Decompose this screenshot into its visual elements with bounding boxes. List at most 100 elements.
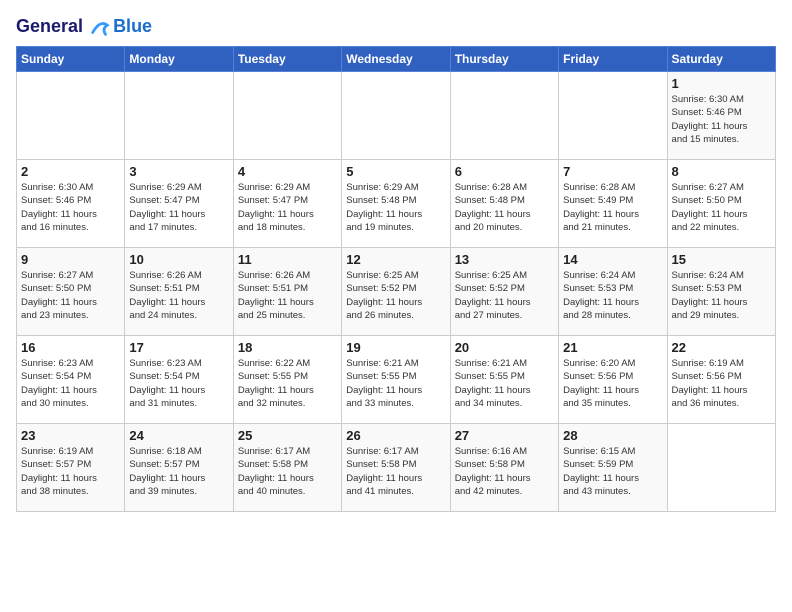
calendar-cell: 28 Sunrise: 6:15 AM Sunset: 5:59 PM Dayli… xyxy=(559,424,667,512)
day-number: 9 xyxy=(21,252,120,267)
calendar-cell xyxy=(17,72,125,160)
day-number: 20 xyxy=(455,340,554,355)
calendar-cell: 20 Sunrise: 6:21 AM Sunset: 5:55 PM Dayli… xyxy=(450,336,558,424)
weekday-header-friday: Friday xyxy=(559,47,667,72)
day-number: 16 xyxy=(21,340,120,355)
calendar-cell: 1 Sunrise: 6:30 AM Sunset: 5:46 PM Daylig… xyxy=(667,72,775,160)
day-info: Sunrise: 6:23 AM Sunset: 5:54 PM Dayligh… xyxy=(129,357,228,410)
day-info: Sunrise: 6:30 AM Sunset: 5:46 PM Dayligh… xyxy=(672,93,771,146)
calendar-cell: 2 Sunrise: 6:30 AM Sunset: 5:46 PM Daylig… xyxy=(17,160,125,248)
calendar-cell: 9 Sunrise: 6:27 AM Sunset: 5:50 PM Daylig… xyxy=(17,248,125,336)
weekday-header-sunday: Sunday xyxy=(17,47,125,72)
calendar-cell: 14 Sunrise: 6:24 AM Sunset: 5:53 PM Dayli… xyxy=(559,248,667,336)
day-info: Sunrise: 6:25 AM Sunset: 5:52 PM Dayligh… xyxy=(455,269,554,322)
day-info: Sunrise: 6:30 AM Sunset: 5:46 PM Dayligh… xyxy=(21,181,120,234)
day-number: 18 xyxy=(238,340,337,355)
calendar-cell: 23 Sunrise: 6:19 AM Sunset: 5:57 PM Dayli… xyxy=(17,424,125,512)
day-number: 22 xyxy=(672,340,771,355)
day-number: 26 xyxy=(346,428,445,443)
calendar-cell: 6 Sunrise: 6:28 AM Sunset: 5:48 PM Daylig… xyxy=(450,160,558,248)
logo: General Blue xyxy=(16,16,152,38)
day-number: 13 xyxy=(455,252,554,267)
day-info: Sunrise: 6:27 AM Sunset: 5:50 PM Dayligh… xyxy=(672,181,771,234)
calendar-cell: 15 Sunrise: 6:24 AM Sunset: 5:53 PM Dayli… xyxy=(667,248,775,336)
calendar-cell: 13 Sunrise: 6:25 AM Sunset: 5:52 PM Dayli… xyxy=(450,248,558,336)
day-number: 1 xyxy=(672,76,771,91)
day-number: 19 xyxy=(346,340,445,355)
weekday-header-wednesday: Wednesday xyxy=(342,47,450,72)
weekday-header-saturday: Saturday xyxy=(667,47,775,72)
calendar-table: SundayMondayTuesdayWednesdayThursdayFrid… xyxy=(16,46,776,512)
day-info: Sunrise: 6:19 AM Sunset: 5:57 PM Dayligh… xyxy=(21,445,120,498)
day-number: 11 xyxy=(238,252,337,267)
calendar-cell xyxy=(667,424,775,512)
calendar-cell: 10 Sunrise: 6:26 AM Sunset: 5:51 PM Dayli… xyxy=(125,248,233,336)
calendar-cell: 27 Sunrise: 6:16 AM Sunset: 5:58 PM Dayli… xyxy=(450,424,558,512)
calendar-cell: 5Sunrise: 6:29 AM Sunset: 5:48 PM Daylig… xyxy=(342,160,450,248)
calendar-cell: 25 Sunrise: 6:17 AM Sunset: 5:58 PM Dayli… xyxy=(233,424,341,512)
day-info: Sunrise: 6:21 AM Sunset: 5:55 PM Dayligh… xyxy=(346,357,445,410)
calendar-cell: 7 Sunrise: 6:28 AM Sunset: 5:49 PM Daylig… xyxy=(559,160,667,248)
calendar-cell xyxy=(233,72,341,160)
day-info: Sunrise: 6:27 AM Sunset: 5:50 PM Dayligh… xyxy=(21,269,120,322)
day-number: 7 xyxy=(563,164,662,179)
day-info: Sunrise: 6:18 AM Sunset: 5:57 PM Dayligh… xyxy=(129,445,228,498)
calendar-cell: 26 Sunrise: 6:17 AM Sunset: 5:58 PM Dayli… xyxy=(342,424,450,512)
day-number: 12 xyxy=(346,252,445,267)
day-number: 14 xyxy=(563,252,662,267)
calendar-cell xyxy=(450,72,558,160)
day-number: 2 xyxy=(21,164,120,179)
day-number: 4 xyxy=(238,164,337,179)
calendar-cell xyxy=(342,72,450,160)
day-info: Sunrise: 6:28 AM Sunset: 5:48 PM Dayligh… xyxy=(455,181,554,234)
day-number: 8 xyxy=(672,164,771,179)
day-number: 15 xyxy=(672,252,771,267)
weekday-header-tuesday: Tuesday xyxy=(233,47,341,72)
day-info: Sunrise: 6:20 AM Sunset: 5:56 PM Dayligh… xyxy=(563,357,662,410)
calendar-cell: 19 Sunrise: 6:21 AM Sunset: 5:55 PM Dayli… xyxy=(342,336,450,424)
weekday-header-thursday: Thursday xyxy=(450,47,558,72)
day-number: 23 xyxy=(21,428,120,443)
day-info: Sunrise: 6:23 AM Sunset: 5:54 PM Dayligh… xyxy=(21,357,120,410)
day-number: 28 xyxy=(563,428,662,443)
day-number: 5 xyxy=(346,164,445,179)
day-info: Sunrise: 6:28 AM Sunset: 5:49 PM Dayligh… xyxy=(563,181,662,234)
day-info: Sunrise: 6:24 AM Sunset: 5:53 PM Dayligh… xyxy=(563,269,662,322)
weekday-header-monday: Monday xyxy=(125,47,233,72)
day-info: Sunrise: 6:25 AM Sunset: 5:52 PM Dayligh… xyxy=(346,269,445,322)
calendar-cell: 4Sunrise: 6:29 AM Sunset: 5:47 PM Daylig… xyxy=(233,160,341,248)
day-number: 24 xyxy=(129,428,228,443)
day-number: 10 xyxy=(129,252,228,267)
day-info: Sunrise: 6:26 AM Sunset: 5:51 PM Dayligh… xyxy=(129,269,228,322)
calendar-cell: 22 Sunrise: 6:19 AM Sunset: 5:56 PM Dayli… xyxy=(667,336,775,424)
day-info: Sunrise: 6:24 AM Sunset: 5:53 PM Dayligh… xyxy=(672,269,771,322)
calendar-cell: 3 Sunrise: 6:29 AM Sunset: 5:47 PM Daylig… xyxy=(125,160,233,248)
day-number: 21 xyxy=(563,340,662,355)
calendar-cell: 16 Sunrise: 6:23 AM Sunset: 5:54 PM Dayli… xyxy=(17,336,125,424)
day-info: Sunrise: 6:22 AM Sunset: 5:55 PM Dayligh… xyxy=(238,357,337,410)
day-number: 6 xyxy=(455,164,554,179)
calendar-cell xyxy=(559,72,667,160)
calendar-cell: 11 Sunrise: 6:26 AM Sunset: 5:51 PM Dayli… xyxy=(233,248,341,336)
calendar-cell: 21 Sunrise: 6:20 AM Sunset: 5:56 PM Dayli… xyxy=(559,336,667,424)
day-info: Sunrise: 6:17 AM Sunset: 5:58 PM Dayligh… xyxy=(346,445,445,498)
day-info: Sunrise: 6:21 AM Sunset: 5:55 PM Dayligh… xyxy=(455,357,554,410)
calendar-cell: 24 Sunrise: 6:18 AM Sunset: 5:57 PM Dayli… xyxy=(125,424,233,512)
day-info: Sunrise: 6:29 AM Sunset: 5:47 PM Dayligh… xyxy=(129,181,228,234)
calendar-cell: 17 Sunrise: 6:23 AM Sunset: 5:54 PM Dayli… xyxy=(125,336,233,424)
day-number: 25 xyxy=(238,428,337,443)
calendar-cell: 12 Sunrise: 6:25 AM Sunset: 5:52 PM Dayli… xyxy=(342,248,450,336)
day-number: 17 xyxy=(129,340,228,355)
calendar-cell xyxy=(125,72,233,160)
day-number: 3 xyxy=(129,164,228,179)
calendar-cell: 18 Sunrise: 6:22 AM Sunset: 5:55 PM Dayli… xyxy=(233,336,341,424)
logo-blue: Blue xyxy=(113,17,152,37)
day-info: Sunrise: 6:26 AM Sunset: 5:51 PM Dayligh… xyxy=(238,269,337,322)
day-info: Sunrise: 6:17 AM Sunset: 5:58 PM Dayligh… xyxy=(238,445,337,498)
day-number: 27 xyxy=(455,428,554,443)
day-info: Sunrise: 6:19 AM Sunset: 5:56 PM Dayligh… xyxy=(672,357,771,410)
day-info: Sunrise: 6:15 AM Sunset: 5:59 PM Dayligh… xyxy=(563,445,662,498)
logo-general: General xyxy=(16,16,83,36)
calendar-cell: 8 Sunrise: 6:27 AM Sunset: 5:50 PM Daylig… xyxy=(667,160,775,248)
day-info: Sunrise: 6:16 AM Sunset: 5:58 PM Dayligh… xyxy=(455,445,554,498)
